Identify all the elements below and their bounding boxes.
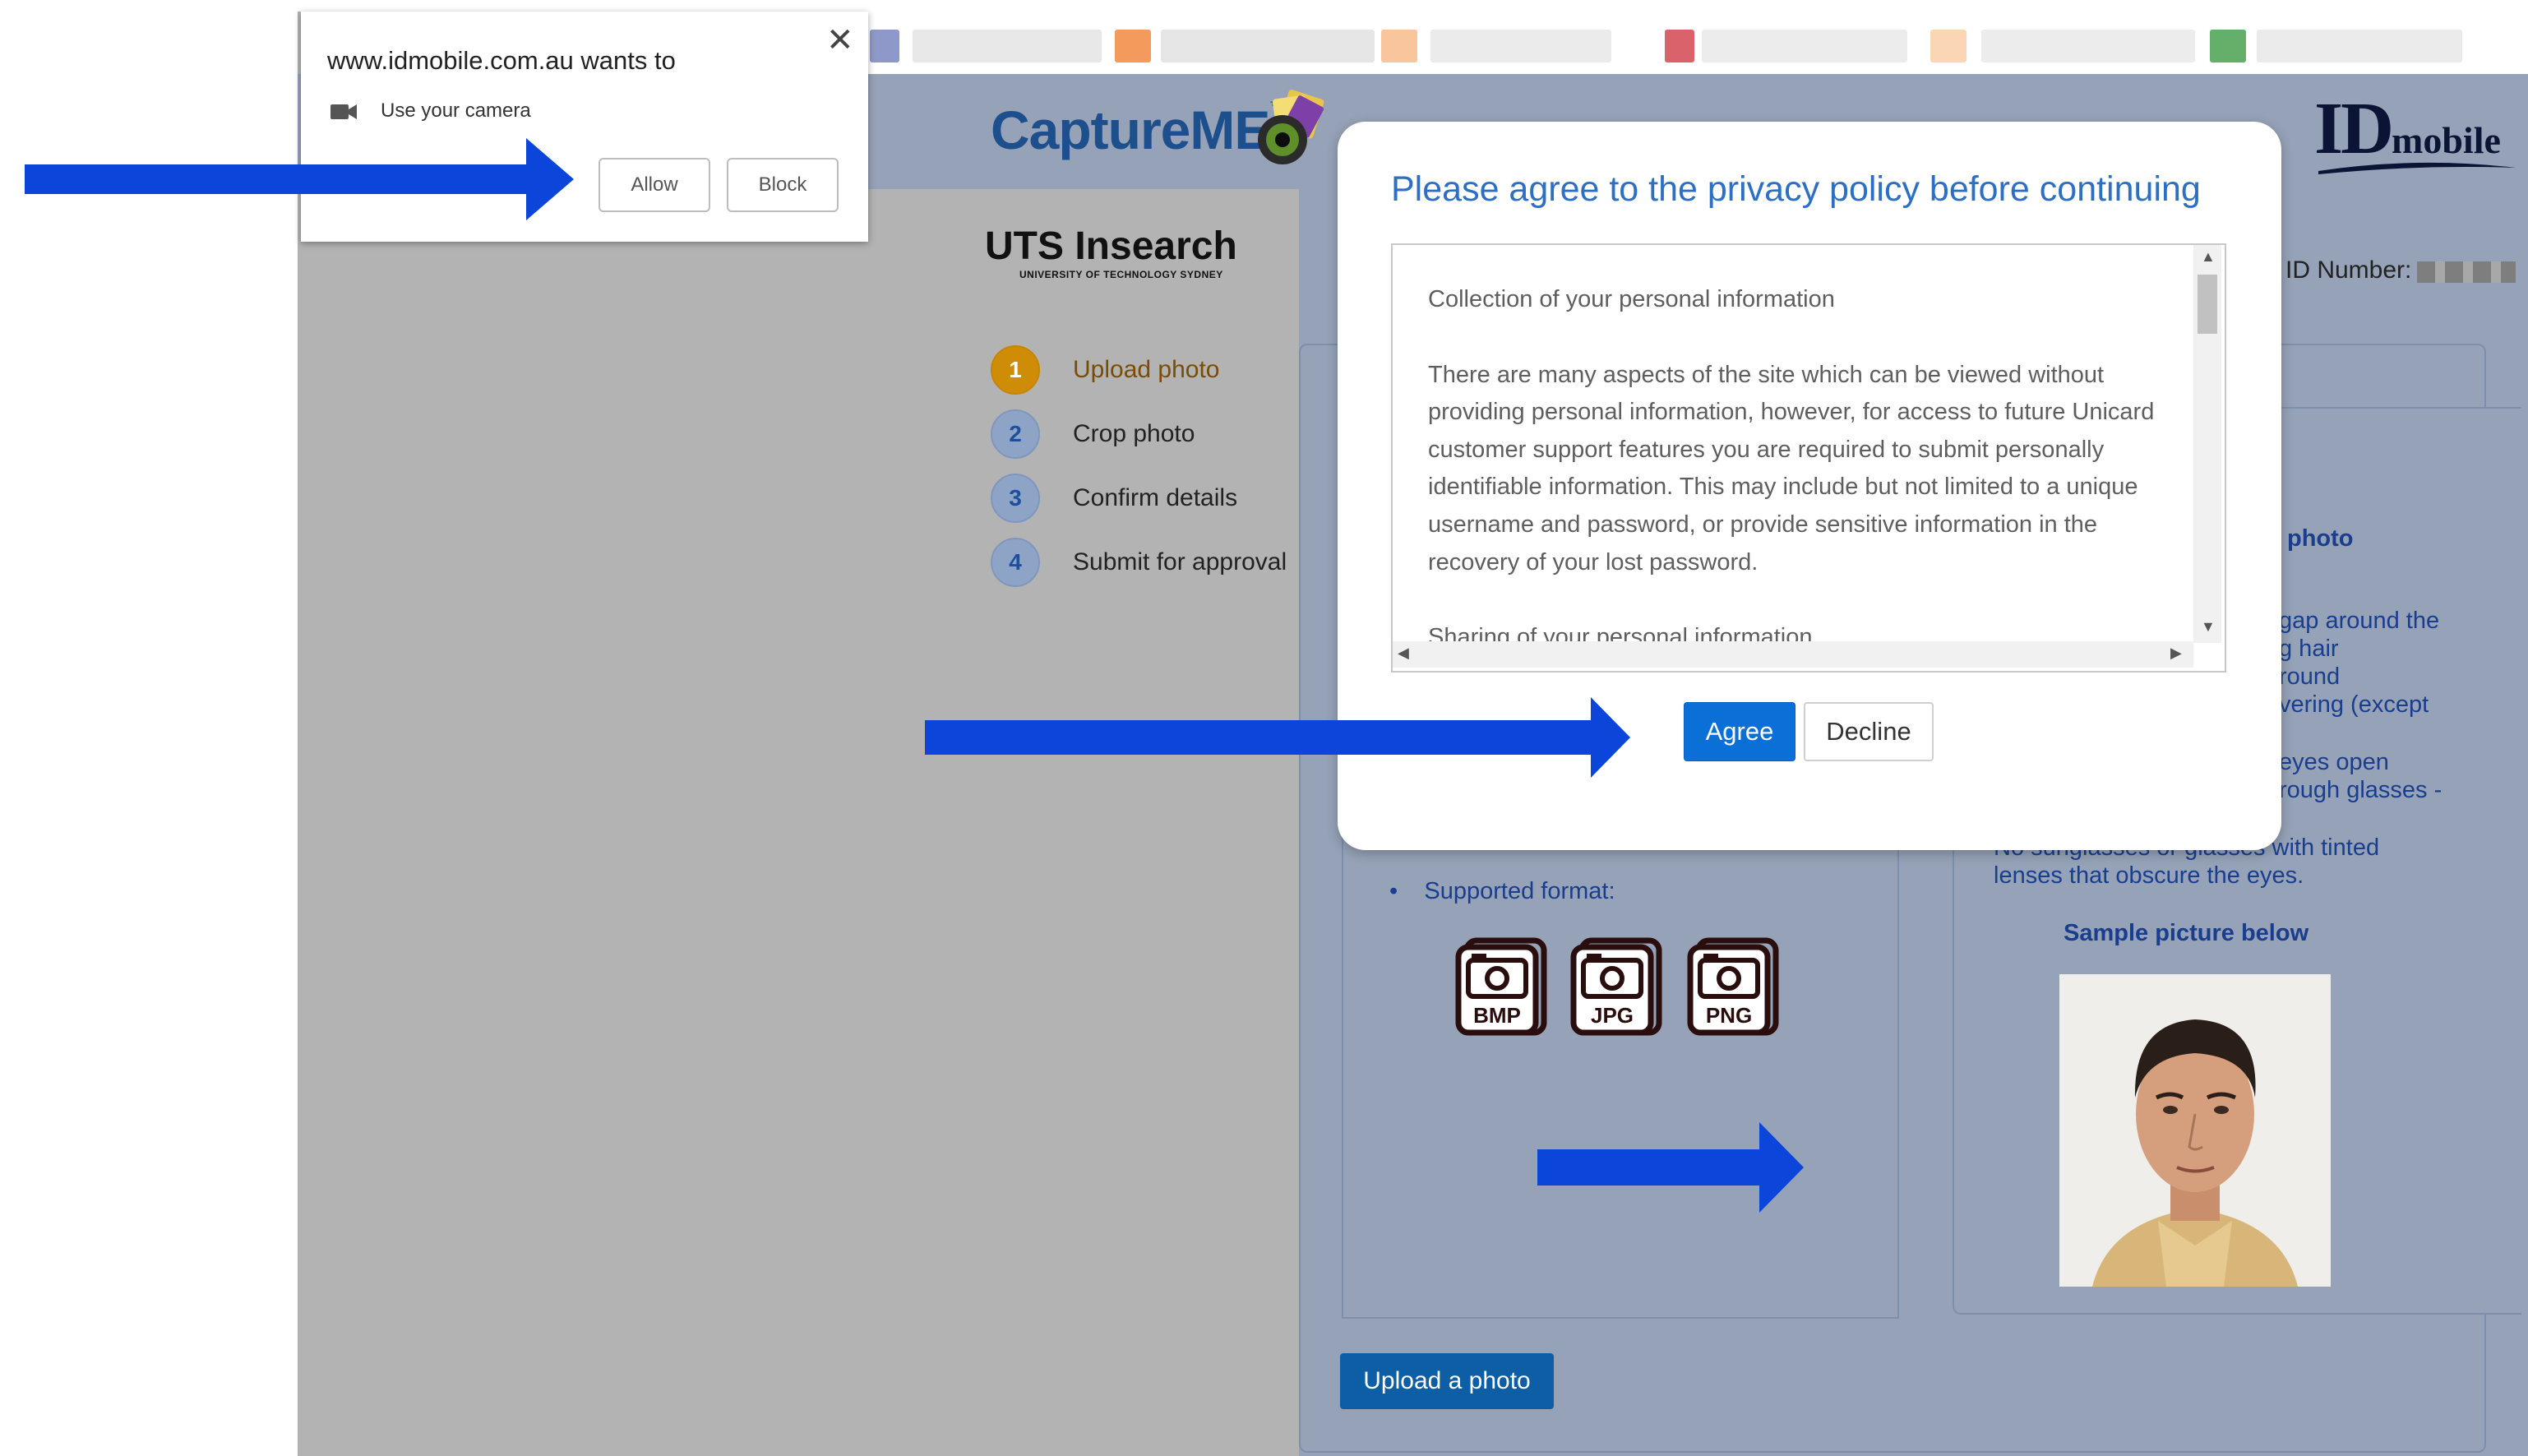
permission-description: Use your camera [381, 99, 531, 122]
id-number-value-redacted [2417, 261, 2516, 283]
step-crop-photo: 2 Crop photo [991, 409, 1195, 459]
camera-icon [330, 104, 357, 119]
scroll-down-icon[interactable]: ▼ [2201, 618, 2216, 636]
annotation-arrow-upload [1537, 1122, 1804, 1213]
allow-button[interactable]: Allow [598, 158, 710, 212]
uts-insearch-logo: UTS Insearch UNIVERSITY OF TECHNOLOGY SY… [985, 224, 1237, 280]
format-text: JPG [1591, 1003, 1634, 1028]
guideline-text: gap around the [2279, 608, 2440, 634]
id-number-label: ID Number: [2285, 257, 2412, 284]
step-label: Upload photo [1073, 356, 1220, 383]
step-submit-for-approval: 4 Submit for approval [991, 538, 1287, 587]
policy-heading: Collection of your personal information [1428, 286, 1835, 312]
supported-format-label: • Supported format: [1389, 878, 1615, 904]
block-button[interactable]: Block [727, 158, 839, 212]
bookmarks-bar [855, 12, 2528, 74]
horizontal-scrollbar[interactable] [1393, 641, 2193, 668]
guideline-text: round [2279, 663, 2341, 690]
scroll-up-icon[interactable]: ▲ [2201, 248, 2216, 266]
png-format-icon: PNG [1687, 937, 1779, 1036]
guideline-text: eyes open [2279, 749, 2389, 775]
guideline-text: lenses that obscure the eyes. [1994, 862, 2304, 889]
jpg-format-icon: JPG [1570, 937, 1662, 1036]
idmobile-swoosh [2318, 162, 2516, 174]
idmobile-logo[interactable]: IDmobile [2314, 86, 2501, 171]
decline-button[interactable]: Decline [1804, 702, 1934, 761]
camera-logo-icon [1258, 90, 1324, 164]
privacy-policy-text: Collection of your personal information … [1428, 281, 2168, 645]
format-text: PNG [1706, 1003, 1752, 1028]
step-label: Crop photo [1073, 420, 1195, 447]
step-label: Submit for approval [1073, 548, 1287, 575]
scroll-left-icon[interactable]: ◀ [1398, 645, 1409, 662]
close-icon[interactable]: ✕ [826, 21, 854, 59]
step-number: 3 [991, 474, 1040, 523]
scroll-right-icon[interactable]: ▶ [2170, 645, 2182, 662]
guideline-text: vering (except [2279, 691, 2429, 718]
format-text: BMP [1473, 1003, 1521, 1028]
annotation-arrow-agree [925, 697, 1630, 778]
step-number: 1 [991, 345, 1040, 395]
captureme-logo[interactable]: CaptureME™ [991, 99, 1284, 161]
guideline-text: g hair [2279, 636, 2339, 662]
permission-title: www.idmobile.com.au wants to [327, 46, 676, 75]
guidelines-title: photo [2287, 525, 2354, 552]
step-number: 2 [991, 409, 1040, 459]
annotation-arrow-allow [25, 138, 574, 220]
upload-photo-button[interactable]: Upload a photo [1340, 1353, 1554, 1409]
step-label: Confirm details [1073, 484, 1238, 511]
bmp-format-icon: BMP [1455, 937, 1547, 1036]
policy-paragraph: There are many aspects of the site which… [1428, 361, 2155, 575]
step-number: 4 [991, 538, 1040, 587]
step-upload-photo: 1 Upload photo [991, 345, 1219, 395]
sample-picture-title: Sample picture below [2064, 920, 2309, 946]
sample-portrait-photo [2059, 974, 2331, 1287]
modal-title: Please agree to the privacy policy befor… [1391, 169, 2201, 209]
vertical-scrollbar-thumb[interactable] [2198, 275, 2217, 334]
guideline-text: rough glasses - [2279, 777, 2443, 803]
agree-button[interactable]: Agree [1684, 702, 1795, 761]
step-confirm-details: 3 Confirm details [991, 474, 1237, 523]
